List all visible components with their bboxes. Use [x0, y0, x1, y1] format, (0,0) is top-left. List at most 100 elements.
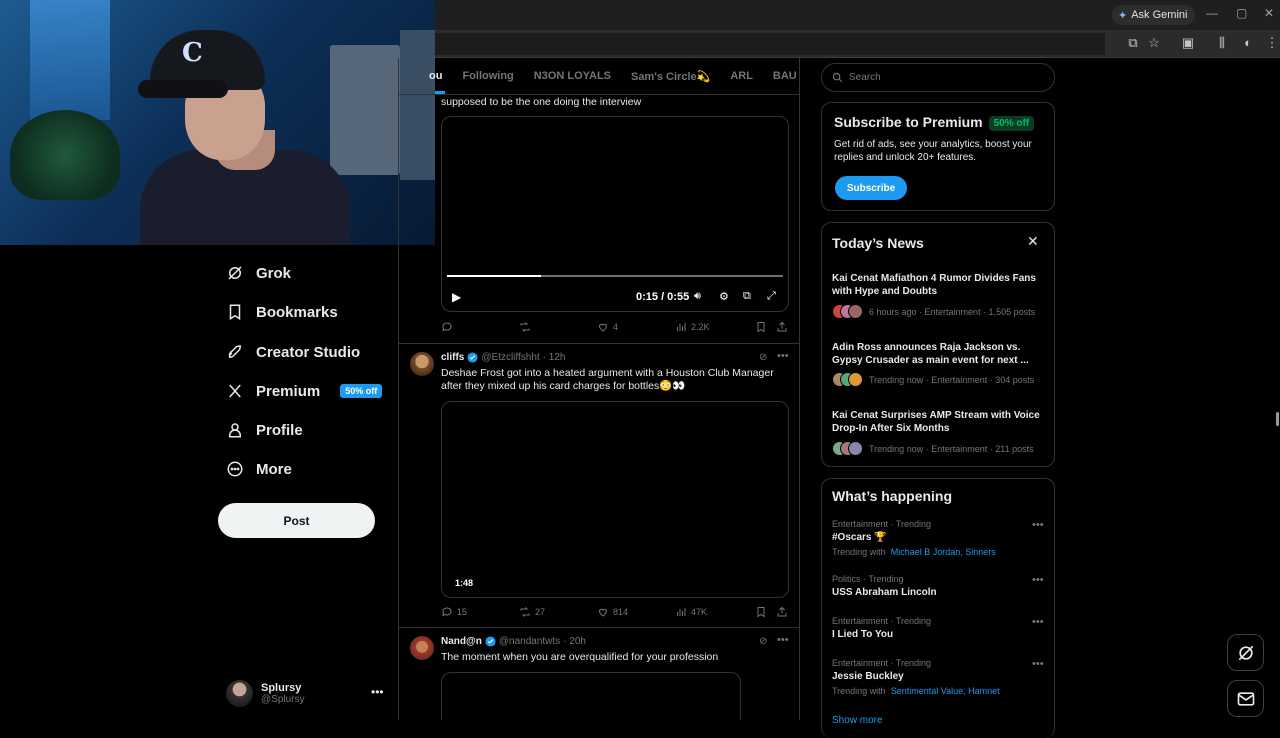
trend-name[interactable]: USS Abraham Lincoln: [832, 587, 937, 598]
tab-bau[interactable]: BAU: [763, 70, 799, 82]
author-handle[interactable]: @Etzcliffshht: [481, 352, 539, 363]
reply-button[interactable]: [441, 321, 457, 333]
bookmark-post-icon[interactable]: [755, 606, 767, 618]
close-icon[interactable]: ✕: [1027, 233, 1039, 250]
post-button[interactable]: Post: [218, 503, 375, 538]
trend-more-icon[interactable]: •••: [1032, 658, 1044, 670]
views-button[interactable]: 2.2K: [675, 321, 710, 333]
post-media[interactable]: [441, 672, 741, 720]
close-window-icon[interactable]: ✕: [1264, 6, 1274, 20]
news-item-title[interactable]: Adin Ross announces Raja Jackson vs. Gyp…: [832, 341, 1047, 367]
like-button[interactable]: 814: [597, 606, 628, 618]
search-input[interactable]: Search: [821, 63, 1055, 92]
nav-item-more[interactable]: More: [226, 455, 292, 483]
nav-label-premium: Premium: [256, 382, 321, 400]
subscribe-button[interactable]: Subscribe: [835, 176, 907, 200]
repost-count: 27: [535, 607, 546, 617]
trend-name[interactable]: Jessie Buckley: [832, 671, 904, 682]
tab-following[interactable]: Following: [452, 70, 523, 82]
trend-more-icon[interactable]: •••: [1032, 616, 1044, 628]
extension-icon[interactable]: ⫼: [1214, 35, 1230, 51]
nav-item-premium[interactable]: Premium 50% off: [226, 377, 383, 405]
share-icon[interactable]: [776, 321, 788, 333]
post-time[interactable]: · 12h: [543, 352, 566, 363]
show-more-link[interactable]: Show more: [832, 715, 883, 726]
whats-happening-card: What’s happening Entertainment · Trendin…: [821, 478, 1055, 738]
post-more-icon[interactable]: •••: [777, 634, 789, 646]
minimize-icon[interactable]: —: [1206, 6, 1218, 20]
like-count: 4: [613, 322, 619, 332]
views-button[interactable]: 47K: [675, 606, 707, 618]
news-item-title[interactable]: Kai Cenat Surprises AMP Stream with Voic…: [832, 409, 1047, 435]
premium-card-title: Subscribe to Premium 50% off: [834, 114, 1035, 131]
like-button[interactable]: 4: [597, 321, 618, 333]
person-icon: [229, 423, 241, 438]
pip-icon[interactable]: ⧉: [743, 290, 751, 303]
author-handle[interactable]: @nandantwts: [499, 636, 560, 647]
repost-button[interactable]: 27: [519, 606, 545, 618]
grok-icon: [1238, 645, 1253, 660]
timeline: ou Following N3ON LOYALS Sam's Circle💫 A…: [398, 58, 800, 720]
avatar-stack: [832, 304, 864, 320]
grok-icon[interactable]: ⊘: [759, 352, 767, 363]
news-title: Today’s News: [832, 235, 924, 251]
news-item-title[interactable]: Kai Cenat Mafiathon 4 Rumor Divides Fans…: [832, 272, 1047, 298]
install-app-icon[interactable]: ⧉: [1125, 35, 1141, 51]
avatar: [226, 680, 253, 707]
premium-description: Get rid of ads, see your analytics, boos…: [834, 138, 1032, 164]
trend-name[interactable]: I Lied To You: [832, 629, 893, 640]
trend-related-links[interactable]: Sentimental Value, Hamnet: [891, 686, 1000, 696]
trend-category: Entertainment · Trending: [832, 658, 932, 668]
avatar-stack: [832, 372, 864, 388]
avatar[interactable]: [410, 352, 434, 376]
address-bar[interactable]: [435, 33, 1105, 55]
trend-more-icon[interactable]: •••: [1032, 574, 1044, 586]
page-scrollbar[interactable]: [1276, 412, 1279, 426]
nav-item-bookmarks[interactable]: Bookmarks: [226, 298, 338, 326]
author-name[interactable]: Nand@n: [441, 636, 482, 647]
profile-icon[interactable]: ◐: [1240, 35, 1256, 51]
grok-float-button[interactable]: [1227, 634, 1264, 671]
post-more-icon[interactable]: •••: [777, 350, 789, 362]
fullscreen-icon[interactable]: ⤢: [767, 290, 776, 303]
search-icon: [832, 72, 843, 83]
avatar[interactable]: [410, 636, 434, 660]
tab-arl[interactable]: ARL: [720, 70, 763, 82]
video-player[interactable]: 1:48: [441, 401, 789, 598]
share-icon[interactable]: [776, 606, 788, 618]
trend-more-icon[interactable]: •••: [1032, 519, 1044, 531]
bookmark-post-icon[interactable]: [755, 321, 767, 333]
account-handle: @Splursy: [261, 694, 305, 705]
messages-float-button[interactable]: [1227, 680, 1264, 717]
repost-button[interactable]: [519, 321, 535, 333]
side-panel-icon[interactable]: ▣: [1180, 35, 1196, 51]
tab-sams-circle[interactable]: Sam's Circle💫: [621, 70, 720, 83]
maximize-icon[interactable]: ▢: [1236, 6, 1247, 20]
nav-item-profile[interactable]: Profile: [226, 416, 303, 444]
x-logo-icon: [229, 384, 241, 398]
nav-item-grok[interactable]: Grok: [226, 259, 291, 287]
bookmark-star-icon[interactable]: ☆: [1146, 35, 1162, 51]
browser-menu-icon[interactable]: ⋮: [1264, 35, 1280, 51]
nav-item-creator-studio[interactable]: Creator Studio: [226, 338, 360, 366]
heart-icon: [598, 323, 608, 332]
video-player[interactable]: ▶ 0:15 / 0:55 🔊︎ ⚙ ⧉ ⤢: [441, 116, 789, 312]
account-more-icon[interactable]: •••: [371, 685, 384, 699]
account-switcher[interactable]: Splursy @Splursy •••: [226, 680, 386, 707]
repost-icon: [520, 322, 530, 332]
trend-name[interactable]: #Oscars 🏆: [832, 532, 887, 543]
reply-button[interactable]: 15: [441, 606, 467, 618]
author-name[interactable]: cliffs: [441, 352, 464, 363]
tab-n3on-loyals[interactable]: N3ON LOYALS: [524, 70, 621, 82]
volume-icon[interactable]: 🔊︎: [694, 290, 701, 303]
tab-indicator: [435, 91, 445, 94]
play-icon[interactable]: ▶: [452, 290, 461, 304]
video-progress-bar[interactable]: [447, 275, 783, 277]
settings-icon[interactable]: ⚙: [719, 290, 729, 303]
ask-gemini-button[interactable]: ✦ Ask Gemini: [1112, 5, 1196, 25]
tab-for-you[interactable]: ou: [399, 70, 452, 82]
post-time[interactable]: · 20h: [563, 636, 586, 647]
trend-category: Politics · Trending: [832, 574, 904, 584]
grok-icon[interactable]: ⊘: [759, 636, 767, 647]
trend-related-links[interactable]: Michael B Jordan, Sinners: [891, 547, 996, 557]
